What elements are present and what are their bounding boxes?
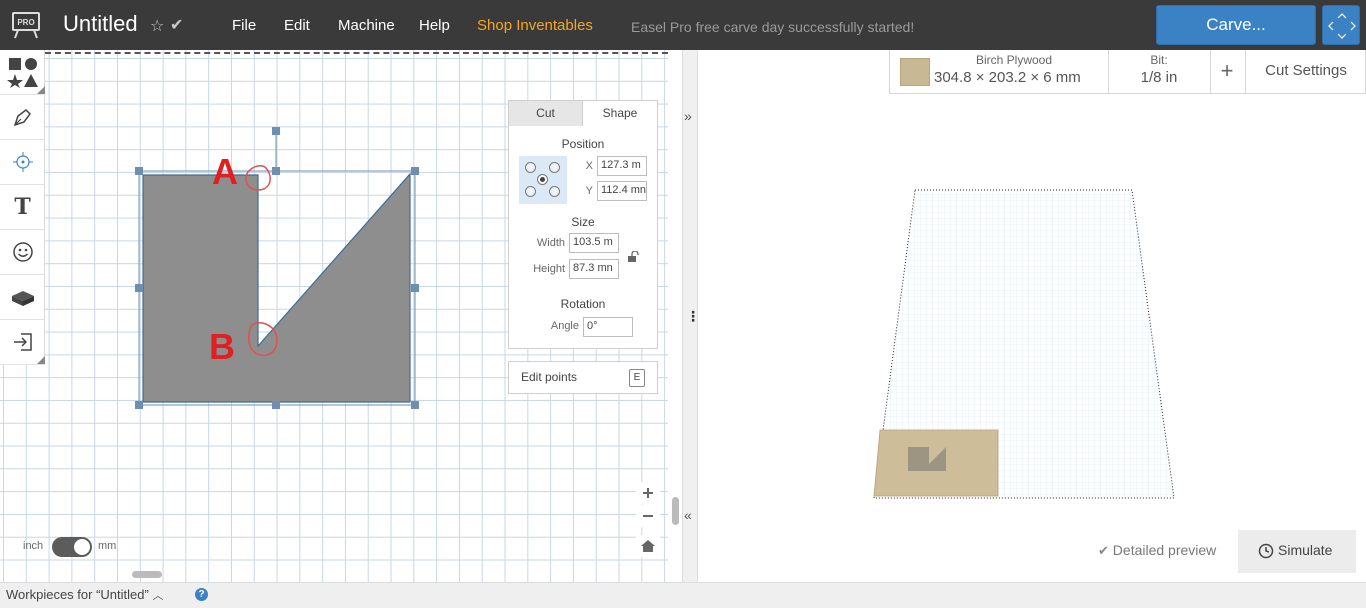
tool-shapes[interactable] [0,50,45,95]
anchor-selector[interactable] [519,156,567,204]
angle-label: Angle [550,320,579,332]
workpieces-label: Workpieces for “Untitled” [6,587,149,602]
zoom-in-button[interactable] [636,482,660,504]
material-swatch[interactable] [900,58,930,86]
tool-target[interactable] [0,140,45,185]
y-position-input[interactable]: 112.4 mn [597,181,647,201]
resize-handle[interactable] [272,401,280,409]
anchor-point[interactable] [549,186,560,197]
resize-handle[interactable] [411,401,419,409]
detailed-preview-toggle[interactable]: ✔ Detailed preview [1098,542,1216,559]
workpieces-toggle[interactable]: Workpieces for “Untitled” ︿ [6,587,163,603]
collapse-right-icon[interactable]: » [684,108,692,124]
simulate-button[interactable]: Simulate [1238,530,1356,573]
plus-icon [643,488,653,498]
resize-handle[interactable] [135,401,143,409]
left-toolbar: T [0,50,45,365]
text-icon: T [14,194,31,220]
x-position-input[interactable]: 127.3 m [597,156,647,176]
unit-toggle[interactable] [52,537,92,557]
bit-label: Bit: [1150,53,1168,67]
tab-shape[interactable]: Shape [583,101,657,126]
help-icon[interactable]: ? [195,588,208,601]
tool-apps[interactable] [0,275,45,320]
vertical-scrollbar[interactable] [672,497,679,525]
preview-render [873,189,1175,499]
collapse-left-icon[interactable]: « [684,507,692,523]
clock-icon [1258,543,1274,559]
chevron-up-icon: ︿ [152,590,164,602]
shape-panel: Cut Shape Position X 127.3 m Y 112.4 mn … [508,100,658,349]
zoom-out-button[interactable] [636,505,660,527]
tool-import[interactable] [0,320,45,365]
zoom-home-button[interactable] [636,535,660,557]
tool-text[interactable]: T [0,185,45,230]
emoji-icon [12,242,33,262]
home-icon [641,540,655,552]
carve-button[interactable]: Carve... [1156,5,1316,45]
material-name[interactable]: Birch Plywood [934,53,1094,67]
rotation-handle[interactable] [272,127,280,135]
tool-icons[interactable] [0,230,45,275]
horizontal-scrollbar[interactable] [132,571,162,578]
add-bit-button[interactable]: + [1210,58,1244,84]
resize-handle[interactable] [272,167,280,175]
anchor-point-selected[interactable] [537,174,548,185]
edit-points-shortcut: E [629,369,645,387]
anchor-point[interactable] [549,162,560,173]
apps-icon [11,291,34,306]
x-label: X [585,160,593,172]
anchor-point[interactable] [525,186,536,197]
material-dimensions[interactable]: 304.8 × 203.2 × 6 mm [934,69,1106,86]
minus-icon [643,515,653,517]
cut-settings-button[interactable]: Cut Settings [1246,62,1366,79]
resize-handle[interactable] [135,167,143,175]
y-label: Y [585,185,593,197]
tab-cut[interactable]: Cut [509,101,583,126]
unlock-icon[interactable] [627,251,639,263]
bottom-bar: Workpieces for “Untitled” ︿ ? [0,582,1366,608]
fullscreen-button[interactable] [1322,5,1360,45]
pen-icon [13,109,31,127]
edit-points-button[interactable]: Edit points E [508,361,658,394]
panel-tabs: Cut Shape [509,101,657,126]
resize-handle[interactable] [135,284,143,292]
position-title: Position [561,137,605,151]
annotation-b: B [209,326,235,367]
import-icon [13,333,32,351]
angle-input[interactable]: 0° [583,317,633,337]
resize-handle[interactable] [411,284,419,292]
tool-corner-marker [37,356,45,364]
unit-inch-label: inch [23,540,44,552]
tool-pen[interactable] [0,95,45,140]
width-input[interactable]: 103.5 m [569,233,619,253]
anchor-point[interactable] [525,162,536,173]
expand-arrows-icon [1328,13,1356,39]
target-icon [12,152,33,172]
material-bar: Birch Plywood 304.8 × 203.2 × 6 mm Bit: … [889,50,1366,94]
simulate-label: Simulate [1278,542,1333,558]
bit-value[interactable]: 1/8 in [1109,69,1209,86]
unit-toggle-knob [74,539,90,555]
size-title: Size [571,215,595,229]
height-label: Height [533,263,565,275]
width-label: Width [536,237,565,249]
shapes-icon [6,58,38,88]
height-input[interactable]: 87.3 mn [569,259,619,279]
detailed-preview-label: Detailed preview [1112,542,1217,558]
annotation-a: A [212,151,238,192]
tool-corner-marker [37,86,45,94]
rotation-title: Rotation [560,297,606,311]
unit-mm-label: mm [98,540,117,552]
edit-points-label: Edit points [521,370,578,384]
design-shape[interactable] [142,172,411,403]
check-icon: ✔ [1098,543,1109,558]
resize-handle[interactable] [411,167,419,175]
